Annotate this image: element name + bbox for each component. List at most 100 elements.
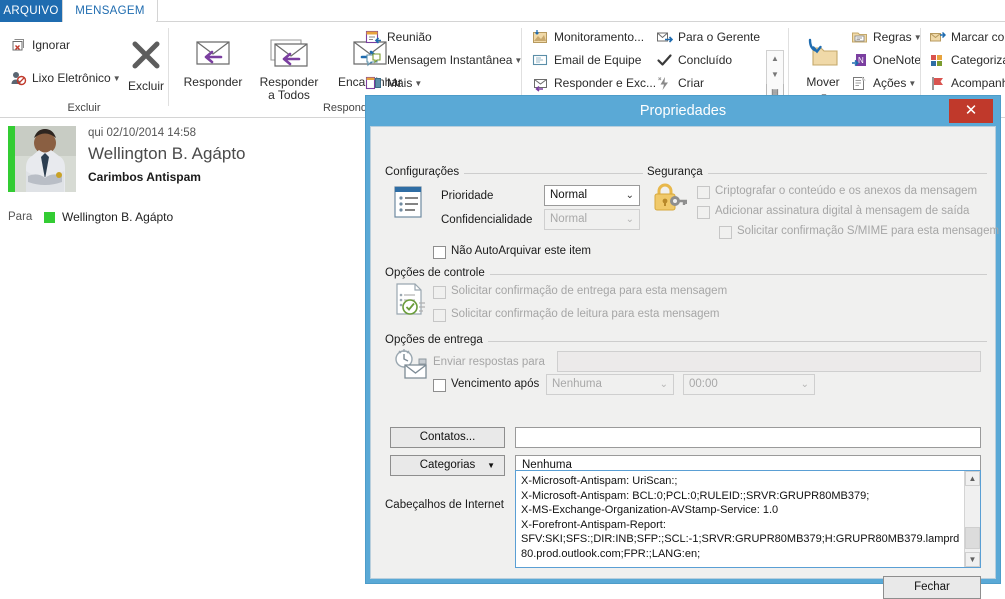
mail-to-label: Para xyxy=(8,211,33,223)
mark-as-label: Marcar cor xyxy=(951,30,1005,44)
instant-message-icon xyxy=(365,52,382,69)
reply-delete-label: Responder e Exc... xyxy=(554,76,657,90)
mail-sender[interactable]: Wellington B. Agápto xyxy=(88,144,246,164)
no-autoarchive-checkbox[interactable] xyxy=(433,246,446,259)
actions-caret-icon[interactable]: ▼ xyxy=(908,79,916,88)
encrypt-label: Criptografar o conteúdo e os anexos da m… xyxy=(715,185,978,197)
delete-label: Excluir xyxy=(127,79,164,93)
meeting-button[interactable]: Reunião xyxy=(365,26,432,49)
group-title-opcoes-entrega: Opções de entrega xyxy=(385,334,488,346)
onenote-button[interactable]: N OneNote xyxy=(851,49,921,72)
sensitivity-value: Normal xyxy=(550,213,588,225)
monitoring-label: Monitoramento... xyxy=(554,30,645,44)
digital-signature-label: Adicionar assinatura digital à mensagem … xyxy=(715,205,970,217)
headers-scrollbar[interactable]: ▲ ▼ xyxy=(964,471,980,567)
internet-headers-box[interactable]: X-Microsoft-Antispam: UriScan:; X-Micros… xyxy=(515,470,981,568)
more-icon xyxy=(365,75,382,92)
junk-button[interactable]: Lixo Eletrônico ▼ xyxy=(10,67,121,90)
delivery-receipt-checkbox xyxy=(433,286,446,299)
meeting-label: Reunião xyxy=(387,30,432,44)
actions-button[interactable]: Ações ▼ xyxy=(851,72,916,95)
close-icon[interactable]: ✕ xyxy=(949,99,993,123)
delivery-icon xyxy=(393,349,429,384)
team-email-button[interactable]: Email de Equipe xyxy=(532,49,641,72)
create-lightning-icon xyxy=(656,75,673,92)
monitoring-button[interactable]: Monitoramento... xyxy=(532,26,644,49)
followup-button[interactable]: Acompanh xyxy=(929,72,1005,95)
junk-person-icon xyxy=(10,70,27,87)
actions-label: Ações xyxy=(873,76,907,90)
sensitivity-select: Normal ⌄ xyxy=(544,209,640,230)
team-email-label: Email de Equipe xyxy=(554,53,642,67)
reply-label: Responder xyxy=(183,75,243,89)
mark-as-icon xyxy=(929,29,947,46)
settings-icon xyxy=(393,185,423,222)
chevron-down-icon: ▼ xyxy=(487,461,495,470)
categorize-button[interactable]: Categoriza xyxy=(929,49,1005,72)
ignore-icon xyxy=(10,37,27,54)
reply-all-envelope-icon xyxy=(249,36,329,73)
gallery-scroll-down-button[interactable]: ▼ xyxy=(766,67,784,85)
mark-as-unread-button[interactable]: Marcar cor xyxy=(929,26,1005,49)
delete-button[interactable]: Excluir xyxy=(118,36,174,93)
chevron-down-icon: ⌄ xyxy=(625,214,634,225)
move-folder-icon xyxy=(795,38,851,73)
scroll-down-icon[interactable]: ▼ xyxy=(965,552,980,567)
contacts-input[interactable] xyxy=(515,427,981,448)
tab-mensagem[interactable]: MENSAGEM xyxy=(62,0,158,22)
move-label: Mover xyxy=(806,75,840,89)
read-receipt-label: Solicitar confirmação de leitura para es… xyxy=(451,308,720,320)
rules-button[interactable]: Regras ▼ xyxy=(851,26,922,49)
chevron-down-icon: ⌄ xyxy=(659,379,668,390)
reply-delete-icon xyxy=(532,75,549,92)
ignore-button[interactable]: Ignorar xyxy=(10,34,70,57)
expires-date-select: Nenhuma ⌄ xyxy=(546,374,674,395)
more-caret-icon[interactable]: ▼ xyxy=(414,79,422,88)
ribbon-group-excluir: Ignorar Lixo Eletrônico ▼ Excluir Excluir xyxy=(0,22,168,117)
contacts-button[interactable]: Contatos... xyxy=(390,427,505,448)
reply-all-button[interactable]: Responder a Todos xyxy=(249,36,329,102)
priority-select[interactable]: Normal ⌄ xyxy=(544,185,640,206)
categories-button-label: Categorias xyxy=(419,459,476,471)
delivery-receipt-label: Solicitar confirmação de entrega para es… xyxy=(451,285,728,297)
no-autoarchive-label: Não AutoArquivar este item xyxy=(451,245,591,257)
lock-key-icon xyxy=(653,183,688,216)
tracking-icon xyxy=(393,282,427,319)
tab-arquivo[interactable]: ARQUIVO xyxy=(0,0,62,22)
more-button[interactable]: Mais ▼ xyxy=(365,72,422,95)
chevron-down-icon: ⌄ xyxy=(800,379,809,390)
reply-button[interactable]: Responder xyxy=(179,36,247,89)
group-title-seguranca: Segurança xyxy=(647,166,708,178)
recipient-presence-indicator xyxy=(44,212,55,223)
encrypt-checkbox xyxy=(697,186,710,199)
scroll-thumb[interactable] xyxy=(965,527,980,549)
done-button[interactable]: Concluído xyxy=(656,49,732,72)
expires-time-select: 00:00 ⌄ xyxy=(683,374,815,395)
expires-after-checkbox[interactable] xyxy=(433,379,446,392)
close-button[interactable]: Fechar xyxy=(883,576,981,599)
sender-photo xyxy=(15,126,76,192)
reply-to-label: Enviar respostas para xyxy=(433,356,545,368)
rules-label: Regras xyxy=(873,30,912,44)
to-manager-button[interactable]: Para o Gerente xyxy=(656,26,760,49)
rules-icon xyxy=(851,29,868,46)
move-button[interactable]: Mover ▼ xyxy=(795,38,851,103)
svg-text:N: N xyxy=(858,56,864,65)
group-label-excluir: Excluir xyxy=(67,102,101,114)
sensitivity-label: Confidencialidade xyxy=(441,214,533,226)
reply-delete-button[interactable]: Responder e Exc... xyxy=(532,72,656,95)
expires-time-value: 00:00 xyxy=(689,378,718,390)
categorize-icon xyxy=(929,52,946,69)
scroll-up-icon[interactable]: ▲ xyxy=(965,471,980,486)
read-receipt-checkbox xyxy=(433,309,446,322)
to-manager-icon xyxy=(656,29,674,46)
properties-dialog: Propriedades ✕ Configurações Prioridade … xyxy=(366,96,1000,599)
im-button[interactable]: Mensagem Instantânea ▼ xyxy=(365,49,522,72)
presence-indicator xyxy=(8,126,15,192)
smime-receipt-checkbox xyxy=(719,226,732,239)
expires-after-label: Vencimento após xyxy=(451,378,540,390)
create-button[interactable]: Criar xyxy=(656,72,704,95)
categories-button[interactable]: Categorias ▼ xyxy=(390,455,505,476)
dialog-title: Propriedades xyxy=(639,103,727,119)
mail-to-recipient[interactable]: Wellington B. Agápto xyxy=(62,210,173,224)
